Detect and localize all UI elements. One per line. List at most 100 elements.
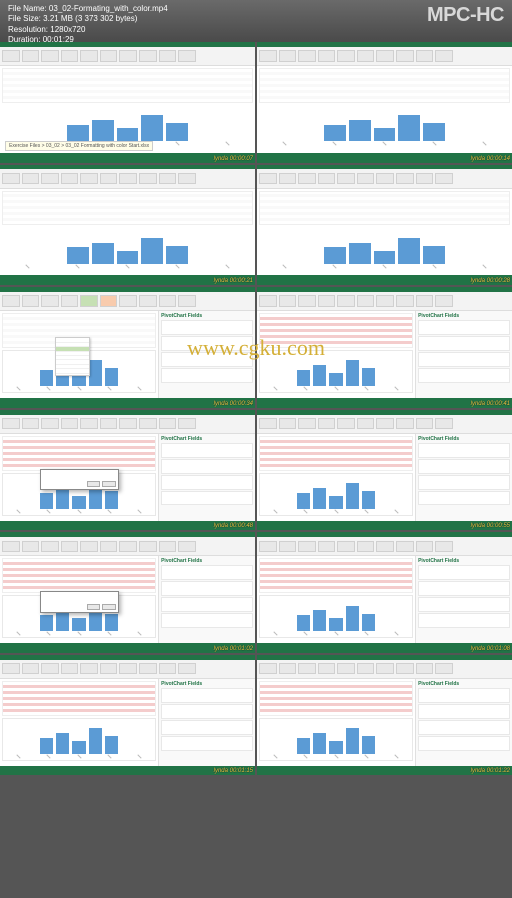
x-tick [382,264,386,268]
ribbon-button [416,50,434,61]
ribbon-button [298,541,316,552]
ribbon-button [357,50,375,61]
x-tick [273,386,277,390]
field-section [161,597,253,612]
chart-bar [89,728,102,754]
field-section [418,459,510,474]
ribbon-button [61,541,79,552]
ribbon-button [100,418,118,429]
field-section [161,736,253,751]
x-tick [283,141,287,145]
x-tick [334,509,338,513]
x-tick [77,632,81,636]
x-tick [364,754,368,758]
context-menu [55,337,90,376]
ribbon-button [416,173,434,184]
video-thumbnail[interactable]: lynda 00:00:21 [0,165,255,286]
chart-bar [105,368,118,386]
video-thumbnail[interactable]: PivotChart Fieldslynda 00:01:02 [0,532,255,653]
field-section [418,475,510,490]
ribbon-button [119,663,137,674]
chart-bar [362,736,375,754]
video-thumbnail[interactable]: PivotChart Fieldslynda 00:01:08 [257,532,512,653]
ribbon-button [41,418,59,429]
sidepanel-title: PivotChart Fields [418,681,510,687]
ribbon-button [139,50,157,61]
x-tick [138,509,142,513]
ribbon-button [396,663,414,674]
sidepanel-title: PivotChart Fields [161,436,253,442]
video-thumbnail[interactable]: lynda 00:00:28 [257,165,512,286]
x-tick [107,632,111,636]
excel-statusbar: lynda 00:01:15 [0,766,255,776]
video-thumbnail[interactable]: PivotChart Fieldslynda 00:00:55 [257,410,512,531]
chart-bar [72,618,85,631]
chart-bar [398,238,420,264]
frame-timestamp: lynda 00:00:48 [214,523,253,529]
ribbon-button [279,295,297,306]
excel-content: PivotChart Fields [257,556,512,643]
x-tick [334,754,338,758]
x-tick [364,632,368,636]
x-tick [138,386,142,390]
chart-bar [67,247,89,263]
ribbon-button [318,50,336,61]
excel-statusbar: lynda 00:00:41 [257,398,512,408]
resolution-label: Resolution: [8,25,48,34]
video-thumbnail[interactable]: PivotChart Fieldslynda 00:00:41 [257,287,512,408]
ribbon-button [2,173,20,184]
video-thumbnail[interactable]: PivotChart Fields lynda 00:00:48 [0,410,255,531]
sidepanel-title: PivotChart Fields [161,558,253,564]
worksheet-area [0,311,158,398]
worksheet-area [257,434,415,521]
ribbon-button [41,541,59,552]
chart-bar [297,493,310,509]
chart-bar [374,251,396,264]
ribbon-button [41,295,59,306]
pivot-chart [259,350,413,393]
ribbon-button [159,663,177,674]
video-thumbnail[interactable]: lynda 00:00:07Exercise Files > 03_02 > 0… [0,42,255,163]
excel-statusbar: lynda 00:00:48 [0,521,255,531]
x-tick [303,754,307,758]
field-section [161,688,253,703]
frame-timestamp: lynda 00:00:14 [471,156,510,162]
app-header: File Name: 03_02-Formating_with_color.mp… [0,0,512,42]
x-tick [138,632,142,636]
ribbon-button [41,663,59,674]
x-tick [107,509,111,513]
ribbon-button [41,50,59,61]
excel-ribbon [257,169,512,188]
x-tick [482,141,486,145]
video-thumbnail[interactable]: lynda 00:00:14 [257,42,512,163]
chart-bar [324,125,346,141]
dialog-button [102,604,115,610]
x-tick [273,754,277,758]
chart-bar [40,493,53,509]
ribbon-button [178,50,196,61]
chart-bar [313,365,326,386]
ribbon-button [22,50,40,61]
excel-statusbar: lynda 00:00:14 [257,153,512,163]
ribbon-button [357,295,375,306]
frame-timestamp: lynda 00:00:21 [214,278,253,284]
video-thumbnail[interactable]: PivotChart Fieldslynda 00:01:15 [0,655,255,776]
ribbon-button [2,418,20,429]
chart-bar [297,738,310,754]
ribbon-button [139,295,157,306]
excel-content [0,189,255,276]
data-table [259,681,413,716]
video-thumbnail[interactable]: PivotChart Fieldslynda 00:00:34 [0,287,255,408]
x-tick [175,264,179,268]
ribbon-button [80,418,98,429]
video-thumbnail[interactable]: PivotChart Fieldslynda 00:01:22 [257,655,512,776]
ribbon-button [139,418,157,429]
excel-ribbon [257,537,512,556]
pivotchart-fields-panel: PivotChart Fields [415,679,512,766]
x-tick [364,386,368,390]
x-tick [432,141,436,145]
pivotchart-fields-panel: PivotChart Fields [158,434,255,521]
ribbon-button [139,663,157,674]
pivotchart-fields-panel: PivotChart Fields [415,311,512,398]
chart-bar [313,733,326,754]
